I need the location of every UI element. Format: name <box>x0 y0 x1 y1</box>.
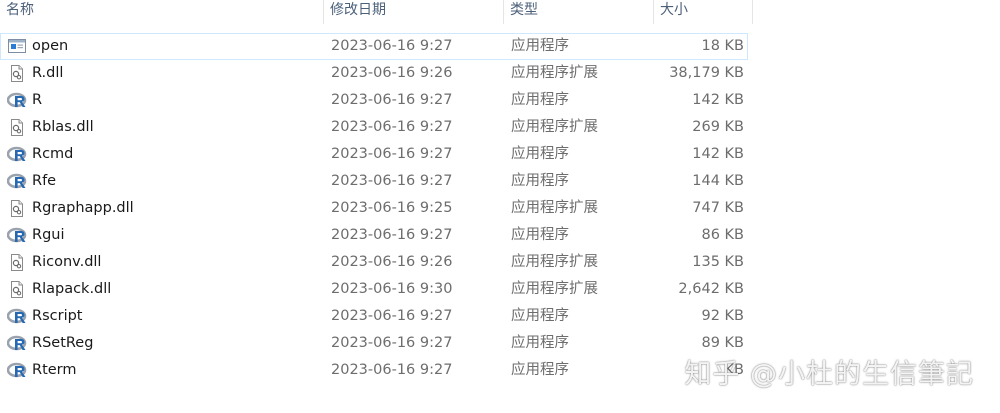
dll-file-icon <box>7 280 27 299</box>
file-name: Riconv.dll <box>32 254 102 270</box>
column-header-size[interactable]: 大小 <box>654 0 753 24</box>
file-type: 应用程序 <box>511 227 569 243</box>
column-header-name[interactable]: 名称 <box>0 0 324 24</box>
file-row[interactable]: Rgui 2023-06-16 9:27 应用程序 86 KB <box>0 222 748 249</box>
file-type: 应用程序扩展 <box>511 65 598 81</box>
file-date-modified: 2023-06-16 9:25 <box>331 200 453 216</box>
file-name: R.dll <box>32 65 64 81</box>
file-row[interactable]: open 2023-06-16 9:27 应用程序 18 KB <box>0 33 748 60</box>
r-logo-icon <box>6 307 27 326</box>
file-name: R <box>32 92 43 108</box>
file-size: 142 KB <box>692 146 744 162</box>
file-size: 92 KB <box>701 308 744 324</box>
file-date-modified: 2023-06-16 9:30 <box>331 281 453 297</box>
file-row[interactable]: Riconv.dll 2023-06-16 9:26 应用程序扩展 135 KB <box>0 249 748 276</box>
file-name: Rlapack.dll <box>32 281 112 297</box>
file-name: Rgraphapp.dll <box>32 200 134 216</box>
column-header-name-label: 名称 <box>6 2 34 18</box>
file-type: 应用程序 <box>511 362 569 378</box>
file-list: open 2023-06-16 9:27 应用程序 18 KB R.dll 2023-06… <box>0 33 760 384</box>
file-type: 应用程序 <box>511 173 569 189</box>
file-row[interactable]: Rterm 2023-06-16 9:27 应用程序 KB <box>0 357 748 384</box>
file-size: 18 KB <box>701 38 744 54</box>
file-date-modified: 2023-06-16 9:27 <box>331 173 453 189</box>
file-row[interactable]: Rgraphapp.dll 2023-06-16 9:25 应用程序扩展 747 KB <box>0 195 748 222</box>
file-date-modified: 2023-06-16 9:27 <box>331 335 453 351</box>
file-type: 应用程序 <box>511 308 569 324</box>
watermark-text: 知乎 @小杜的生信筆記 <box>684 359 974 390</box>
column-header-date-modified[interactable]: 修改日期 <box>324 0 504 24</box>
file-date-modified: 2023-06-16 9:26 <box>331 65 453 81</box>
file-size: 38,179 KB <box>669 65 744 81</box>
column-header-bar: 名称 修改日期 类型 大小 <box>0 0 753 24</box>
file-date-modified: 2023-06-16 9:27 <box>331 92 453 108</box>
r-logo-icon <box>6 145 27 164</box>
column-header-size-label: 大小 <box>660 2 688 18</box>
file-size: 269 KB <box>692 119 744 135</box>
file-date-modified: 2023-06-16 9:27 <box>331 362 453 378</box>
column-header-type[interactable]: 类型 <box>504 0 654 24</box>
r-logo-icon <box>6 91 27 110</box>
file-name: Rterm <box>32 362 77 378</box>
file-name: Rcmd <box>32 146 74 162</box>
r-logo-icon <box>6 334 27 353</box>
file-type: 应用程序扩展 <box>511 254 598 270</box>
column-header-date-label: 修改日期 <box>330 2 386 18</box>
column-header-type-label: 类型 <box>510 2 538 18</box>
file-row[interactable]: Rfe 2023-06-16 9:27 应用程序 144 KB <box>0 168 748 195</box>
file-row[interactable]: R 2023-06-16 9:27 应用程序 142 KB <box>0 87 748 114</box>
file-size: 747 KB <box>692 200 744 216</box>
file-size: 86 KB <box>701 227 744 243</box>
dll-file-icon <box>7 64 27 83</box>
file-type: 应用程序扩展 <box>511 119 598 135</box>
dll-file-icon <box>7 199 27 218</box>
file-date-modified: 2023-06-16 9:26 <box>331 254 453 270</box>
file-date-modified: 2023-06-16 9:27 <box>331 119 453 135</box>
file-row[interactable]: Rcmd 2023-06-16 9:27 应用程序 142 KB <box>0 141 748 168</box>
file-date-modified: 2023-06-16 9:27 <box>331 308 453 324</box>
r-logo-icon <box>6 361 27 380</box>
file-row[interactable]: Rlapack.dll 2023-06-16 9:30 应用程序扩展 2,642 KB <box>0 276 748 303</box>
dll-file-icon <box>7 253 27 272</box>
file-row[interactable]: Rblas.dll 2023-06-16 9:27 应用程序扩展 269 KB <box>0 114 748 141</box>
file-row[interactable]: R.dll 2023-06-16 9:26 应用程序扩展 38,179 KB <box>0 60 748 87</box>
file-row[interactable]: Rscript 2023-06-16 9:27 应用程序 92 KB <box>0 303 748 330</box>
file-explorer-window: 名称 修改日期 类型 大小 open 2023-06-16 9:27 应用程序 18 … <box>0 0 1000 413</box>
file-type: 应用程序 <box>511 38 569 54</box>
file-row[interactable]: RSetReg 2023-06-16 9:27 应用程序 89 KB <box>0 330 748 357</box>
file-date-modified: 2023-06-16 9:27 <box>331 146 453 162</box>
file-type: 应用程序 <box>511 92 569 108</box>
file-date-modified: 2023-06-16 9:27 <box>331 38 453 54</box>
file-type: 应用程序扩展 <box>511 200 598 216</box>
file-size: 135 KB <box>692 254 744 270</box>
file-name: Rgui <box>32 227 65 243</box>
file-name: Rfe <box>32 173 57 189</box>
file-size: 142 KB <box>692 92 744 108</box>
file-name: open <box>32 38 69 54</box>
file-type: 应用程序 <box>511 146 569 162</box>
file-type: 应用程序 <box>511 335 569 351</box>
r-logo-icon <box>6 226 27 245</box>
r-logo-icon <box>6 172 27 191</box>
file-size: 144 KB <box>692 173 744 189</box>
file-date-modified: 2023-06-16 9:27 <box>331 227 453 243</box>
file-name: RSetReg <box>32 335 94 351</box>
file-name: Rscript <box>32 308 83 324</box>
dll-file-icon <box>7 118 27 137</box>
application-window-icon <box>7 37 27 56</box>
file-name: Rblas.dll <box>32 119 94 135</box>
file-type: 应用程序扩展 <box>511 281 598 297</box>
file-size: 2,642 KB <box>678 281 744 297</box>
